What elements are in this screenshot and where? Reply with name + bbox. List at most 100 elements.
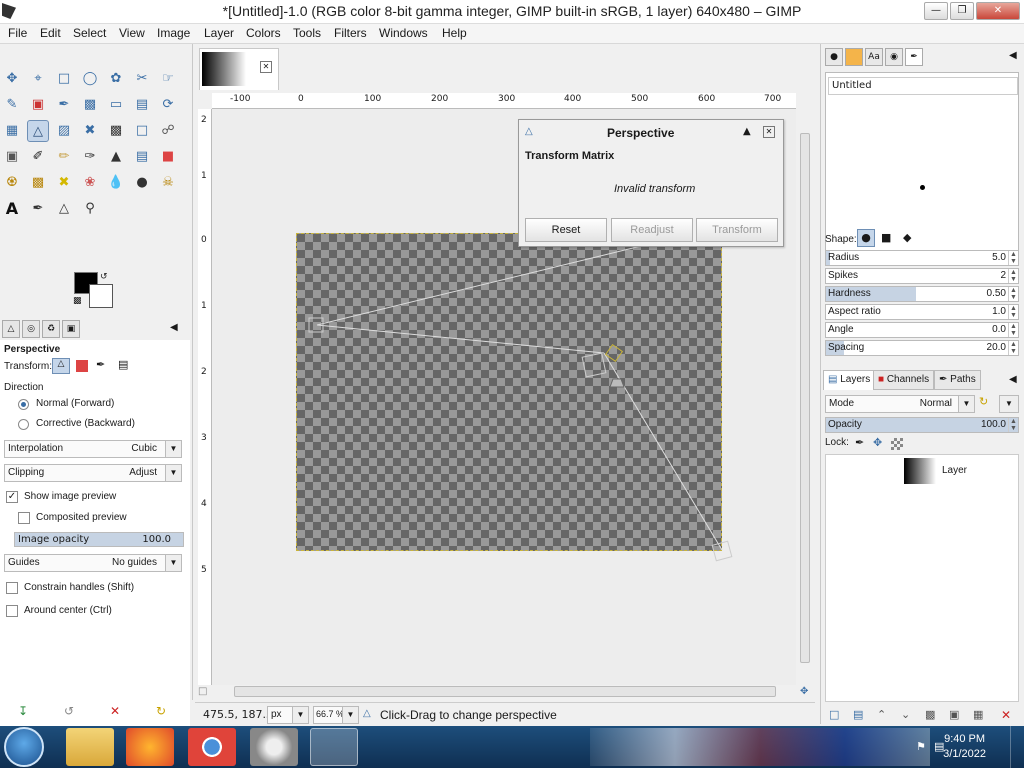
gradient-icon[interactable]: ▩ — [27, 172, 49, 194]
show-desktop-button[interactable] — [1010, 726, 1024, 768]
menu-windows[interactable]: Windows — [379, 24, 428, 40]
menu-colors[interactable]: Colors — [246, 24, 281, 40]
reset-button[interactable]: Reset — [525, 218, 607, 242]
start-button[interactable] — [4, 727, 44, 767]
paintbrush-icon[interactable]: ✐ — [27, 146, 49, 168]
airbrush-icon[interactable]: ✑ — [79, 146, 101, 168]
fonts-tab-icon[interactable]: Aa — [865, 48, 883, 66]
menu-image[interactable]: Image — [157, 24, 190, 40]
file-explorer-icon[interactable] — [66, 728, 114, 766]
aspect-ratio-slider[interactable]: Aspect ratio 1.0 ▲ ▼ — [825, 304, 1019, 320]
free-select-icon[interactable]: ✿ — [105, 68, 127, 90]
color-picker-icon[interactable]: ▩ — [79, 94, 101, 116]
menu-filters[interactable]: Filters — [334, 24, 367, 40]
lower-layer-icon[interactable]: ⌄ — [901, 708, 910, 721]
corner-handle[interactable] — [604, 343, 624, 363]
panel-menu-icon[interactable]: ◀ — [170, 322, 178, 333]
dodge-burn-icon[interactable]: ☠ — [157, 172, 179, 194]
spin-icon[interactable]: ▲ ▼ — [1008, 287, 1018, 301]
pivot-handle[interactable] — [581, 352, 607, 378]
menu-select[interactable]: Select — [73, 24, 106, 40]
menu-file[interactable]: File — [8, 24, 27, 40]
delete-layer-icon[interactable]: ✕ — [1001, 708, 1011, 722]
readjust-button[interactable]: Readjust — [611, 218, 693, 242]
eyedropper-icon[interactable]: ✒ — [27, 198, 49, 220]
measure-tool-icon[interactable]: ▭ — [105, 94, 127, 116]
close-button[interactable]: ✕ — [976, 2, 1020, 20]
horizontal-scrollbar[interactable] — [212, 685, 796, 699]
spacing-slider[interactable]: Spacing 20.0 ▲ ▼ — [825, 340, 1019, 356]
heal-icon[interactable]: ✖ — [53, 172, 75, 194]
measure-icon[interactable]: △ — [53, 198, 75, 220]
maximize-button[interactable]: ❐ — [950, 2, 974, 20]
perspective-tool-icon[interactable]: △ — [27, 120, 49, 142]
fuzzy-select-icon[interactable]: ☞ — [157, 68, 179, 90]
diamond-shape-icon[interactable]: ◆ — [903, 231, 911, 244]
tab-channels[interactable]: ■ Channels — [873, 370, 935, 390]
interpolation-combo[interactable]: Interpolation Cubic ▼ — [4, 440, 182, 458]
menu-view[interactable]: View — [119, 24, 145, 40]
minimize-button[interactable]: — — [924, 2, 948, 20]
show-preview-checkbox[interactable]: ✓ — [6, 491, 18, 503]
image-opacity-slider[interactable]: Image opacity 100.0 — [14, 532, 184, 547]
ink-icon[interactable]: ▲ — [105, 146, 127, 168]
scale-tool-icon[interactable]: ▦ — [1, 120, 23, 142]
crop-tool-icon[interactable]: ✎ — [1, 94, 23, 116]
cage-tool-icon[interactable]: ✖ — [79, 120, 101, 142]
chevron-down-icon[interactable]: ▼ — [165, 555, 181, 571]
unified-transform-icon[interactable]: □ — [131, 120, 153, 142]
lock-alpha-icon[interactable] — [891, 438, 903, 450]
transform-selection-icon[interactable] — [76, 360, 88, 372]
raise-layer-icon[interactable]: ⌃ — [877, 708, 886, 721]
flip-tool-icon[interactable]: ▨ — [53, 120, 75, 142]
transform-button[interactable]: Transform — [696, 218, 778, 242]
default-colors-icon[interactable]: ▩ — [73, 296, 82, 306]
swap-colors-icon[interactable]: ↺ — [100, 272, 108, 282]
chevron-down-icon[interactable]: ▼ — [165, 465, 181, 481]
system-clock[interactable]: 9:40 PM 3/1/2022 — [943, 732, 986, 762]
paths-tool-icon[interactable]: ✒ — [53, 94, 75, 116]
guides-combo[interactable]: Guides No guides ▼ — [4, 554, 182, 572]
settings-gear-icon[interactable] — [250, 728, 298, 766]
clipping-combo[interactable]: Clipping Adjust ▼ — [4, 464, 182, 482]
chevron-down-icon[interactable]: ▼ — [165, 441, 181, 457]
scroll-thumb[interactable] — [234, 686, 776, 697]
chevron-down-icon[interactable]: ▼ — [342, 707, 358, 723]
zoom-tool-icon[interactable]: ⚲ — [79, 198, 101, 220]
transform-layer-icon[interactable]: △ — [52, 358, 70, 374]
close-icon[interactable]: ✕ — [260, 61, 272, 73]
brush-name-field[interactable]: Untitled — [828, 77, 1018, 95]
panel-menu-icon[interactable]: ◀ — [1009, 374, 1017, 385]
clone-icon[interactable]: ❀ — [79, 172, 101, 194]
ellipse-select-icon[interactable]: ◯ — [79, 68, 101, 90]
text-box-icon[interactable]: ▣ — [1, 146, 23, 168]
lock-pixels-icon[interactable]: ✒ — [855, 436, 864, 449]
spin-icon[interactable]: ▲ ▼ — [1008, 323, 1018, 337]
images-tab-icon[interactable]: ▣ — [62, 320, 80, 338]
pencil-icon[interactable]: ✏ — [53, 146, 75, 168]
around-center-checkbox[interactable] — [6, 605, 18, 617]
navigate-icon[interactable]: ✥ — [800, 686, 808, 697]
reset-options-icon[interactable]: ↻ — [156, 704, 166, 718]
scissors-icon[interactable]: ✂ — [131, 68, 153, 90]
firefox-icon[interactable] — [126, 728, 174, 766]
unit-combo[interactable]: px ▼ — [267, 706, 309, 724]
spikes-slider[interactable]: Spikes 2 ▲ ▼ — [825, 268, 1019, 284]
panel-menu-icon[interactable]: ◀ — [1009, 50, 1017, 61]
quick-mask-icon[interactable]: □ — [198, 686, 207, 697]
blur-icon[interactable]: 💧 — [105, 172, 127, 194]
gimp-taskbar-icon[interactable] — [310, 728, 358, 766]
rect-select-icon[interactable]: □ — [53, 68, 75, 90]
constrain-handles-checkbox[interactable] — [6, 582, 18, 594]
action-center-icon[interactable]: ⚑ — [916, 740, 926, 753]
vertical-scrollbar[interactable] — [798, 109, 812, 685]
brushes-tab-icon[interactable]: ● — [825, 48, 843, 66]
chevron-down-icon[interactable]: ▼ — [1000, 396, 1018, 412]
palettes-tab-icon[interactable]: ◉ — [885, 48, 903, 66]
spin-icon[interactable]: ▲ ▼ — [1008, 269, 1018, 283]
tab-layers[interactable]: ▤ Layers — [823, 370, 876, 390]
hardness-slider[interactable]: Hardness 0.50 ▲ ▼ — [825, 286, 1019, 302]
chrome-icon[interactable] — [188, 728, 236, 766]
zoom-frame-icon[interactable]: ▤ — [131, 94, 153, 116]
transform-image-icon[interactable]: ▤ — [118, 358, 128, 371]
